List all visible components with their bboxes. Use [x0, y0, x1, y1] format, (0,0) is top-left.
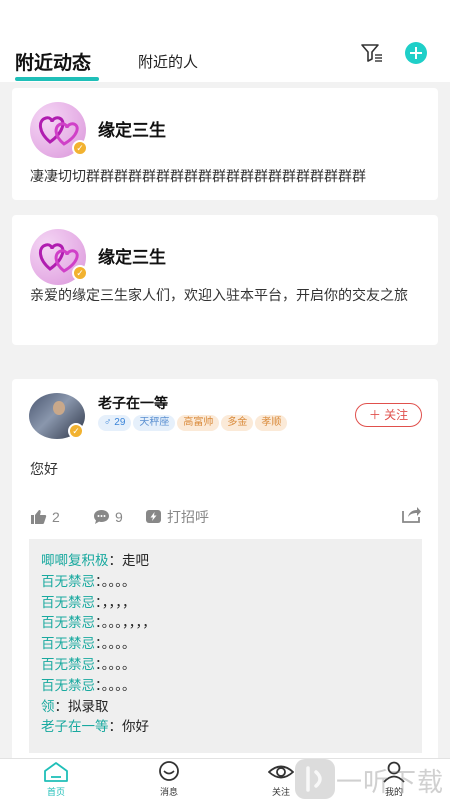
user-tags: ♂ 29 天秤座 高富帅 多金 孝顺 — [98, 415, 318, 435]
feed-list[interactable]: ✓ 缘定三生 凄凄切切群群群群群群群群群群群群群群群群群群群群 ✓ 缘定三生 亲… — [0, 82, 450, 758]
male-icon: ♂ — [104, 417, 112, 428]
verified-badge-icon: ✓ — [72, 140, 88, 156]
tab-nearby-people[interactable]: 附近的人 — [138, 51, 198, 72]
post-actions: 2 9 打招呼 — [30, 506, 422, 526]
announcement-card[interactable]: ✓ 缘定三生 亲爱的缘定三生家人们，欢迎入驻本平台，开启你的交友之旅 — [12, 215, 438, 345]
comment-item[interactable]: 百无禁忌：，，，， — [41, 593, 410, 614]
filter-icon[interactable] — [360, 42, 384, 64]
comment-item[interactable]: 老子在一等：你好 — [41, 717, 410, 738]
top-bar: 附近动态 附近的人 — [0, 0, 450, 82]
thumbs-up-icon — [31, 510, 47, 524]
verified-badge-icon: ✓ — [68, 423, 84, 439]
nav-messages[interactable]: 消息 — [139, 761, 199, 798]
like-button[interactable]: 2 — [30, 508, 60, 526]
lightning-chat-icon — [146, 510, 161, 523]
card-author-name: 缘定三生 — [98, 121, 166, 140]
tag: 多金 — [221, 415, 254, 431]
eye-icon — [268, 765, 294, 779]
announcement-card[interactable]: ✓ 缘定三生 凄凄切切群群群群群群群群群群群群群群群群群群群群 — [12, 88, 438, 200]
post-card[interactable]: ✓ 老子在一等 ♂ 29 天秤座 高富帅 多金 孝顺 ＋ 关注 您好 2 9 打招呼 唧… — [12, 379, 438, 758]
home-icon — [44, 762, 68, 782]
tag: 孝顺 — [255, 415, 288, 431]
comment-item[interactable]: 百无禁忌：。。。，，，， — [41, 613, 410, 634]
plus-icon: ＋ — [368, 408, 381, 422]
watermark-text: 一听下载 — [336, 767, 445, 797]
add-circle-icon[interactable] — [405, 42, 427, 64]
tag: 高富帅 — [177, 415, 220, 431]
comment-item[interactable]: 百无禁忌：。。。。 — [41, 676, 410, 697]
comment-item[interactable]: 领：拟录取 — [41, 697, 410, 718]
comment-icon — [94, 510, 109, 524]
nav-home[interactable]: 首页 — [26, 761, 86, 798]
card-text: 凄凄切切群群群群群群群群群群群群群群群群群群群群 — [30, 168, 366, 184]
share-icon[interactable] — [400, 506, 422, 524]
watermark-logo — [295, 759, 335, 799]
comment-item[interactable]: 唧唧复积极：走吧 — [41, 551, 410, 572]
gender-age-badge: ♂ 29 — [98, 415, 132, 431]
post-author-name[interactable]: 老子在一等 — [98, 393, 168, 413]
comments-box: 唧唧复积极：走吧 百无禁忌：。。。。 百无禁忌：，，，， 百无禁忌：。。。，，，… — [29, 539, 422, 753]
card-text: 亲爱的缘定三生家人们，欢迎入驻本平台，开启你的交友之旅 — [30, 287, 408, 303]
card-author-name: 缘定三生 — [98, 248, 166, 267]
comment-button[interactable]: 9 — [93, 508, 123, 526]
greet-button[interactable]: 打招呼 — [145, 508, 209, 526]
tag: 天秤座 — [133, 415, 176, 431]
comment-item[interactable]: 百无禁忌：。。。。 — [41, 572, 410, 593]
active-tab-indicator — [15, 77, 99, 81]
verified-badge-icon: ✓ — [72, 265, 88, 281]
follow-button[interactable]: ＋ 关注 — [355, 403, 422, 427]
chat-icon — [159, 761, 179, 781]
comment-item[interactable]: 百无禁忌：。。。。 — [41, 655, 410, 676]
tab-nearby-feed[interactable]: 附近动态 — [15, 48, 91, 75]
comment-item[interactable]: 百无禁忌：。。。。 — [41, 634, 410, 655]
post-content: 您好 — [30, 461, 58, 477]
